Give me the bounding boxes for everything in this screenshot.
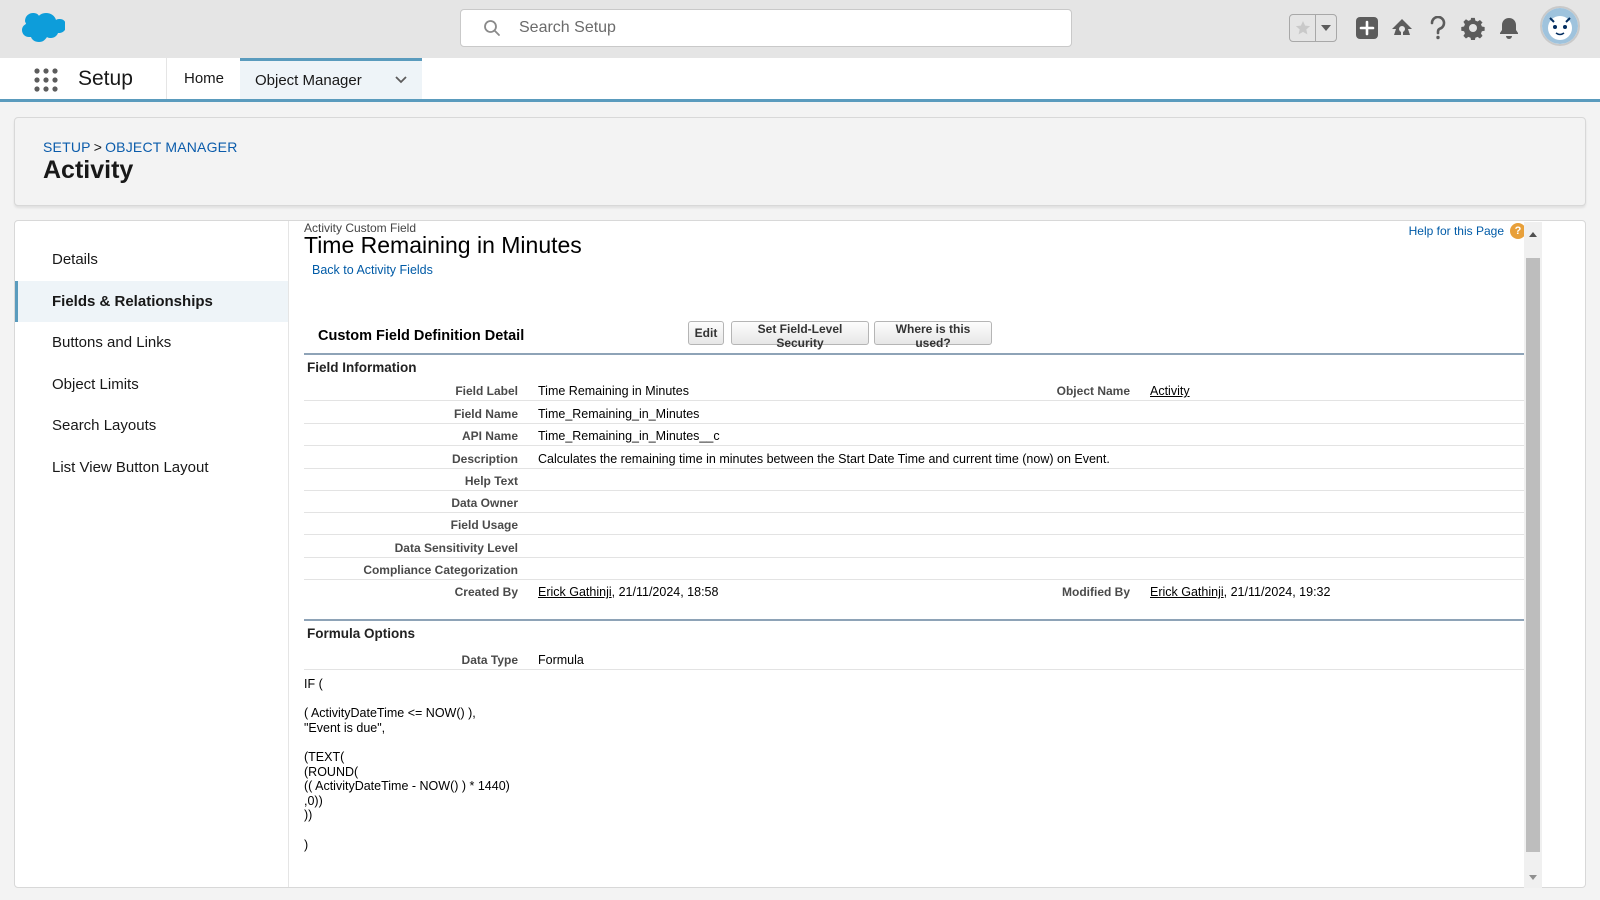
object-name-label: Object Name bbox=[1056, 384, 1130, 398]
app-launcher-icon[interactable] bbox=[33, 67, 59, 93]
object-name-link[interactable]: Activity bbox=[1150, 384, 1190, 398]
global-header bbox=[0, 0, 1600, 58]
modified-by-user-link[interactable]: Erick Gathinji bbox=[1150, 585, 1224, 599]
scroll-up-icon[interactable] bbox=[1528, 230, 1538, 240]
nav-divider bbox=[166, 58, 167, 99]
favorites-group[interactable] bbox=[1289, 14, 1337, 42]
breadcrumb-separator: > bbox=[93, 139, 103, 155]
object-sidebar: Details Fields & Relationships Buttons a… bbox=[15, 221, 289, 887]
app-nav-bar: Setup Home Object Manager bbox=[0, 58, 1600, 102]
gear-icon[interactable] bbox=[1460, 15, 1486, 41]
detail-row: Field Name Time_Remaining_in_Minutes bbox=[304, 402, 1538, 424]
detail-row-label: Field Usage bbox=[450, 518, 518, 532]
detail-row: Data Owner bbox=[304, 491, 1538, 513]
detail-row: Data Type Formula bbox=[304, 648, 1538, 670]
field-title: Time Remaining in Minutes bbox=[304, 232, 582, 258]
detail-row-label: Description bbox=[451, 452, 518, 466]
detail-row-value: Time_Remaining_in_Minutes__c bbox=[538, 429, 720, 443]
help-for-page-link[interactable]: Help for this Page ? bbox=[1409, 223, 1526, 239]
chevron-down-icon[interactable] bbox=[1316, 15, 1336, 41]
section-title: Custom Field Definition Detail bbox=[318, 328, 525, 344]
scrollbar-thumb[interactable] bbox=[1526, 258, 1540, 852]
chevron-down-icon[interactable] bbox=[394, 73, 408, 87]
detail-row-label: Data Owner bbox=[451, 496, 518, 510]
created-by-value: Erick Gathinji, 21/11/2024, 18:58 bbox=[538, 585, 718, 599]
detail-row-value: Calculates the remaining time in minutes… bbox=[538, 452, 1110, 466]
detail-row-label: Compliance Categorization bbox=[363, 563, 518, 577]
page-title: Activity bbox=[43, 156, 134, 184]
back-to-fields-link[interactable]: Back to Activity Fields bbox=[312, 263, 433, 277]
modified-by-value: Erick Gathinji, 21/11/2024, 19:32 bbox=[1150, 585, 1330, 599]
scroll-down-icon[interactable] bbox=[1528, 872, 1538, 882]
search-icon bbox=[484, 20, 500, 36]
detail-row-label: Help Text bbox=[464, 474, 518, 488]
field-detail-frame: Activity Custom Field Time Remaining in … bbox=[304, 221, 1538, 887]
set-field-level-security-button[interactable]: Set Field-Level Security bbox=[731, 321, 869, 350]
main-card: Details Fields & Relationships Buttons a… bbox=[14, 220, 1586, 888]
search-input[interactable] bbox=[519, 10, 1059, 46]
breadcrumb-object-manager[interactable]: OBJECT MANAGER bbox=[105, 139, 237, 155]
vertical-scrollbar[interactable] bbox=[1524, 222, 1542, 888]
detail-row-value: Time_Remaining_in_Minutes bbox=[538, 407, 700, 421]
page-header: SETUP > OBJECT MANAGER Activity bbox=[14, 117, 1586, 206]
section-divider bbox=[304, 353, 1538, 355]
formula-text: IF ( ( ActivityDateTime <= NOW() ), "Eve… bbox=[304, 677, 510, 852]
modified-by-label: Modified By bbox=[1062, 585, 1130, 599]
help-link-label: Help for this Page bbox=[1408, 224, 1504, 238]
breadcrumb-setup[interactable]: SETUP bbox=[43, 139, 91, 155]
detail-row: Field Label Time Remaining in Minutes Ob… bbox=[304, 379, 1538, 401]
where-is-this-used-button[interactable]: Where is this used? bbox=[874, 321, 992, 350]
section-divider bbox=[304, 619, 1538, 621]
sidebar-item-search-layouts[interactable]: Search Layouts bbox=[15, 405, 288, 446]
detail-row: Data Sensitivity Level bbox=[304, 536, 1538, 558]
help-icon[interactable] bbox=[1425, 15, 1451, 41]
detail-row-label: Field Name bbox=[453, 407, 518, 421]
detail-row-label: Data Sensitivity Level bbox=[394, 541, 518, 555]
detail-row: Description Calculates the remaining tim… bbox=[304, 447, 1538, 469]
formula-options-heading: Formula Options bbox=[307, 626, 415, 641]
detail-row: Compliance Categorization bbox=[304, 558, 1538, 580]
breadcrumb: SETUP > OBJECT MANAGER bbox=[43, 139, 238, 155]
detail-row: Field Usage bbox=[304, 513, 1538, 535]
sidebar-item-list-view-button-layout[interactable]: List View Button Layout bbox=[15, 447, 288, 488]
star-icon[interactable] bbox=[1290, 15, 1316, 41]
detail-row: API Name Time_Remaining_in_Minutes__c bbox=[304, 424, 1538, 446]
sidebar-item-buttons-links[interactable]: Buttons and Links bbox=[15, 322, 288, 363]
detail-row-label: API Name bbox=[461, 429, 518, 443]
notifications-bell-icon[interactable] bbox=[1496, 15, 1522, 41]
sidebar-item-fields-relationships[interactable]: Fields & Relationships bbox=[15, 281, 288, 322]
detail-row: Created By Erick Gathinji, 21/11/2024, 1… bbox=[304, 580, 1538, 602]
sidebar-item-details[interactable]: Details bbox=[15, 239, 288, 280]
tab-object-manager-label: Object Manager bbox=[255, 71, 362, 89]
data-type-label: Data Type bbox=[461, 653, 518, 667]
detail-row-value: Time Remaining in Minutes bbox=[538, 384, 689, 398]
created-by-date: , 21/11/2024, 18:58 bbox=[611, 585, 719, 599]
field-information-heading: Field Information bbox=[307, 360, 417, 375]
sidebar-item-object-limits[interactable]: Object Limits bbox=[15, 364, 288, 405]
detail-row: Help Text bbox=[304, 469, 1538, 491]
tab-object-manager[interactable]: Object Manager bbox=[240, 58, 422, 99]
search-box[interactable] bbox=[460, 9, 1072, 47]
data-type-value: Formula bbox=[538, 653, 584, 667]
add-icon[interactable] bbox=[1354, 15, 1380, 41]
trailhead-icon[interactable] bbox=[1389, 15, 1415, 41]
user-avatar[interactable] bbox=[1540, 6, 1580, 46]
modified-by-date: , 21/11/2024, 19:32 bbox=[1223, 585, 1331, 599]
detail-row-label: Created By bbox=[454, 585, 518, 599]
tab-home[interactable]: Home bbox=[168, 58, 240, 99]
detail-row-label: Field Label bbox=[455, 384, 518, 398]
app-name: Setup bbox=[78, 67, 133, 90]
salesforce-logo-icon[interactable] bbox=[17, 12, 65, 46]
edit-button[interactable]: Edit bbox=[688, 321, 724, 345]
created-by-user-link[interactable]: Erick Gathinji bbox=[538, 585, 612, 599]
